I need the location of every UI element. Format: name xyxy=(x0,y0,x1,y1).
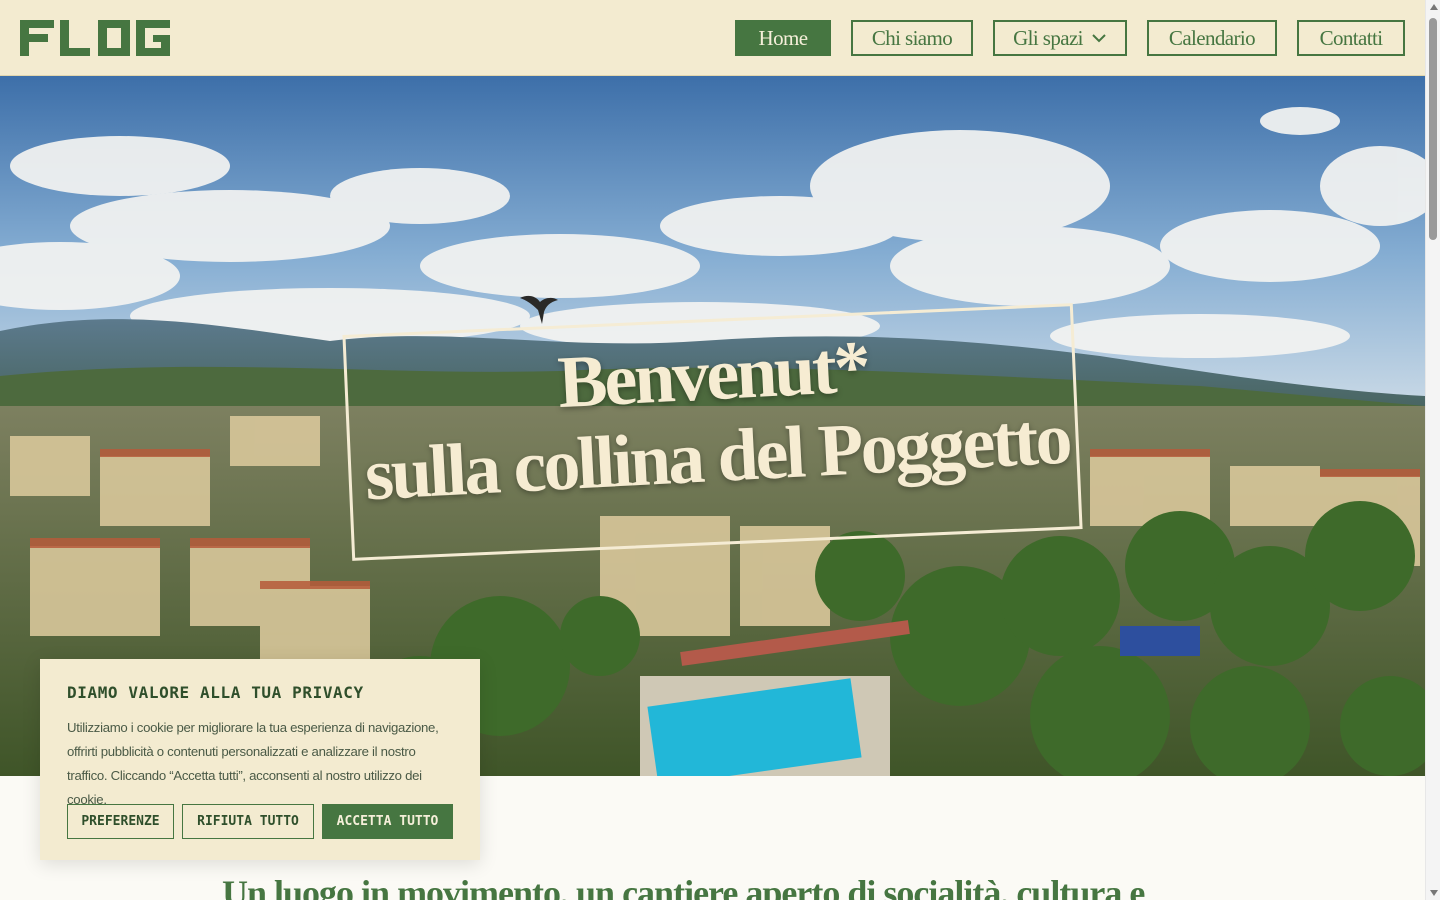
scroll-up-icon[interactable] xyxy=(1430,4,1438,10)
nav-calendario[interactable]: Calendario xyxy=(1147,20,1277,56)
cookie-reject-button[interactable]: RIFIUTA TUTTO xyxy=(182,804,314,839)
nav-contatti[interactable]: Contatti xyxy=(1297,20,1405,56)
cookie-accept-button[interactable]: ACCETTA TUTTO xyxy=(322,804,453,839)
cookie-title: DIAMO VALORE ALLA TUA PRIVACY xyxy=(67,683,364,702)
scroll-down-icon[interactable] xyxy=(1430,890,1438,896)
cookie-preferences-button[interactable]: PREFERENZE xyxy=(67,804,174,839)
nav-home-label: Home xyxy=(758,25,809,50)
flog-logo[interactable] xyxy=(20,20,170,56)
nav-gli-spazi[interactable]: Gli spazi xyxy=(993,20,1127,56)
swallow-icon xyxy=(520,295,558,324)
page-scrollbar[interactable] xyxy=(1425,0,1440,900)
nav-home[interactable]: Home xyxy=(735,20,831,56)
cookie-banner: DIAMO VALORE ALLA TUA PRIVACY Utilizziam… xyxy=(40,659,480,860)
scroll-thumb[interactable] xyxy=(1429,18,1437,240)
nav-gli-spazi-label: Gli spazi xyxy=(1013,25,1083,50)
chevron-down-icon xyxy=(1092,34,1106,43)
nav-calendario-label: Calendario xyxy=(1168,25,1256,50)
nav-chi-siamo[interactable]: Chi siamo xyxy=(851,20,973,56)
nav-contatti-label: Contatti xyxy=(1319,25,1383,50)
intro-heading: Un luogo in movimento, un cantiere apert… xyxy=(222,873,1145,900)
site-header: Home Chi siamo Gli spazi Calendario Cont… xyxy=(0,0,1425,76)
cookie-text: Utilizziamo i cookie per migliorare la t… xyxy=(67,720,439,807)
nav-chi-siamo-label: Chi siamo xyxy=(871,25,953,50)
